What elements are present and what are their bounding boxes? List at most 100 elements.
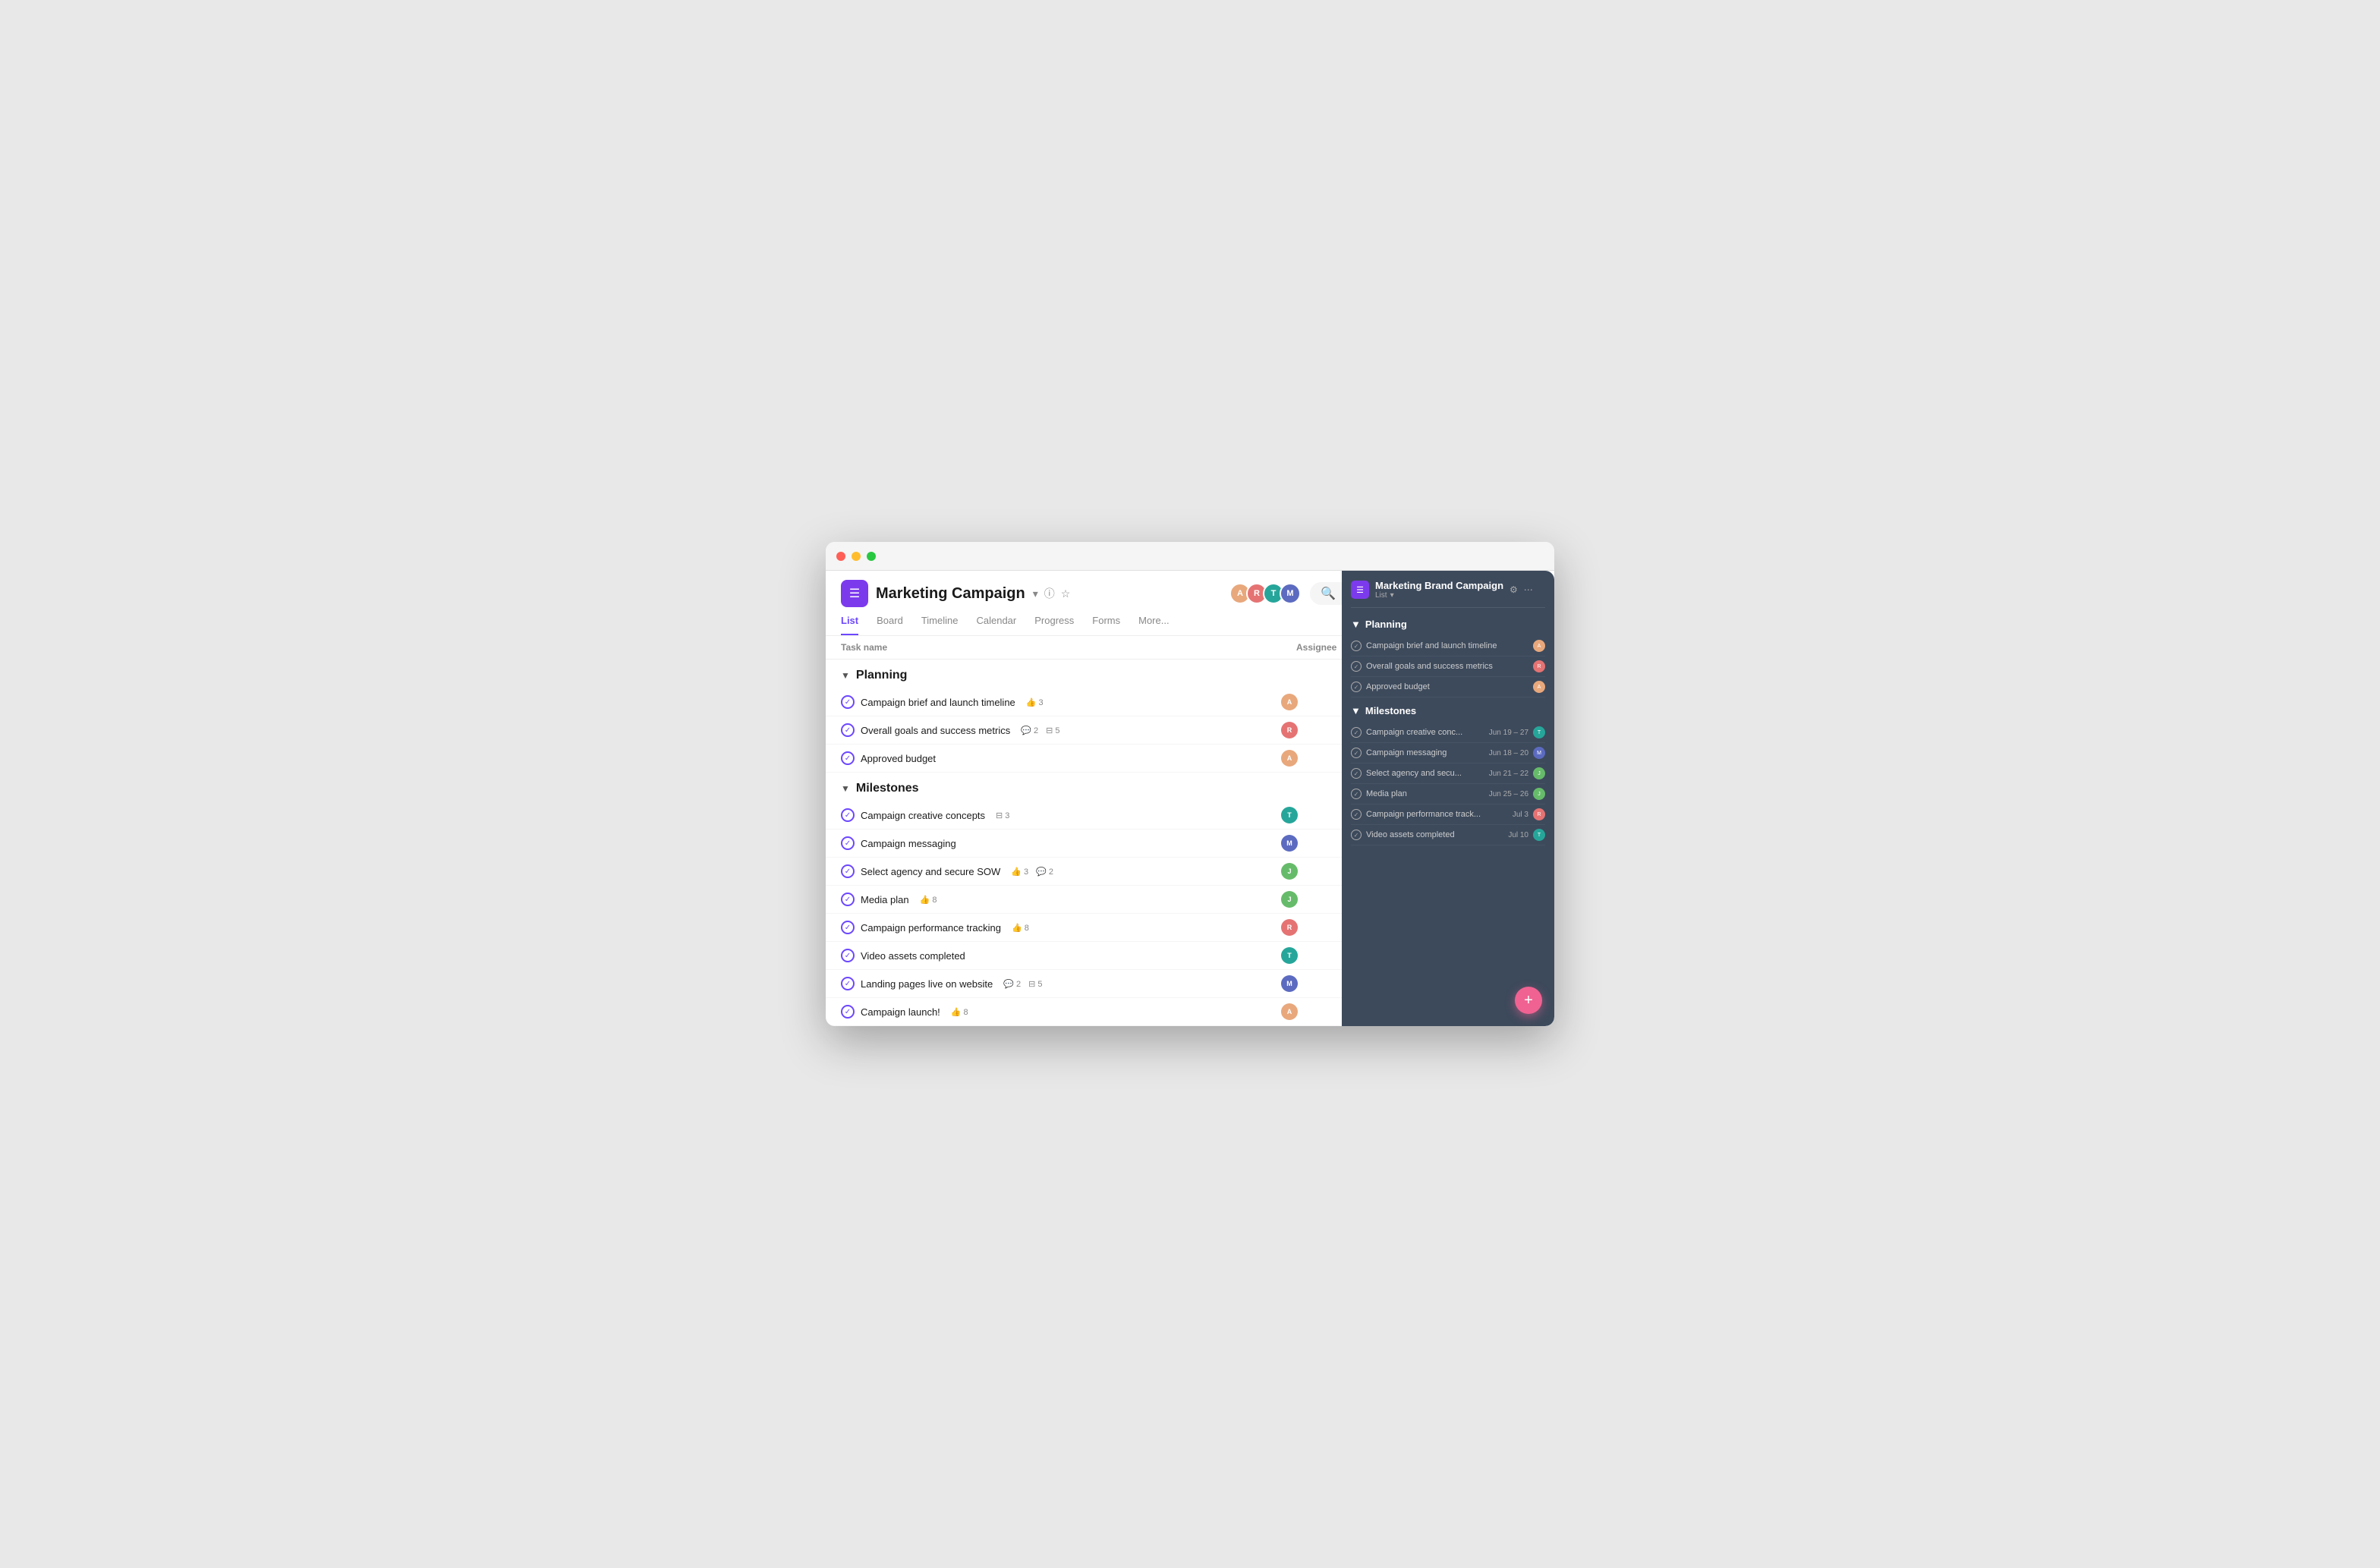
star-icon[interactable]: ☆ — [1061, 587, 1071, 600]
tab-board[interactable]: Board — [877, 615, 903, 635]
tab-more[interactable]: More... — [1138, 615, 1169, 635]
assignee-avatar: R — [1281, 722, 1298, 738]
side-date: Jun 21 – 22 — [1489, 770, 1528, 778]
col-task-name: Task name — [841, 642, 1296, 653]
fab-button[interactable]: + — [1515, 987, 1542, 1014]
task-name-cell: ✓ Campaign launch! 👍 8 — [841, 1005, 1281, 1019]
filter-icon[interactable]: ⚙ — [1510, 584, 1518, 595]
team-avatars: A R T M — [1229, 583, 1301, 604]
side-task-row: ✓ Select agency and secu... Jun 21 – 22 … — [1351, 764, 1545, 784]
side-task-row: ✓ Media plan Jun 25 – 26 J — [1351, 784, 1545, 804]
task-name-cell: ✓ Landing pages live on website 💬 2 ⊟ 5 — [841, 977, 1281, 990]
side-check: ✓ — [1351, 830, 1362, 840]
assignee-avatar: A — [1281, 1003, 1298, 1020]
task-name-cell: ✓ Campaign performance tracking 👍 8 — [841, 921, 1281, 934]
task-meta: 💬 2 ⊟ 5 — [1003, 979, 1042, 989]
check-icon[interactable]: ✓ — [841, 695, 855, 709]
search-icon: 🔍 — [1321, 586, 1336, 601]
task-name: Campaign launch! — [861, 1006, 940, 1018]
maximize-dot[interactable] — [867, 552, 876, 561]
check-icon[interactable]: ✓ — [841, 1005, 855, 1019]
side-avatar: J — [1533, 788, 1545, 800]
likes-meta: 👍 8 — [1012, 923, 1029, 933]
task-name: Campaign messaging — [861, 838, 956, 849]
side-avatar: T — [1533, 829, 1545, 841]
dropdown-icon[interactable]: ▾ — [1033, 587, 1038, 600]
side-milestones-label: Milestones — [1365, 705, 1416, 716]
assignee-avatar: A — [1281, 694, 1298, 710]
app-icon-symbol: ☰ — [849, 586, 860, 601]
task-name-cell: ✓ Media plan 👍 8 — [841, 893, 1281, 906]
side-date: Jul 10 — [1508, 831, 1528, 839]
task-name-cell: ✓ Approved budget — [841, 751, 1281, 765]
task-meta: 👍 3 — [1026, 697, 1044, 707]
task-name-cell: ✓ Campaign brief and launch timeline 👍 3 — [841, 695, 1281, 709]
side-task-name: Approved budget — [1366, 682, 1528, 691]
assignee-avatar: A — [1281, 750, 1298, 767]
task-name: Video assets completed — [861, 950, 965, 962]
check-icon[interactable]: ✓ — [841, 893, 855, 906]
side-task-row: ✓ Video assets completed Jul 10 T — [1351, 825, 1545, 845]
check-icon[interactable]: ✓ — [841, 949, 855, 962]
likes-meta: 👍 8 — [951, 1007, 968, 1017]
side-avatar: J — [1533, 767, 1545, 779]
header-icons: ▾ ⓘ ☆ — [1033, 586, 1071, 601]
task-name: Approved budget — [861, 753, 936, 764]
tab-forms[interactable]: Forms — [1092, 615, 1120, 635]
side-chevron-planning[interactable]: ▼ — [1351, 619, 1361, 630]
side-task-name: Overall goals and success metrics — [1366, 662, 1528, 671]
task-name-cell: ✓ Campaign messaging — [841, 836, 1281, 850]
side-check: ✓ — [1351, 748, 1362, 758]
tab-timeline[interactable]: Timeline — [921, 615, 959, 635]
side-avatar: M — [1533, 747, 1545, 759]
tab-calendar[interactable]: Calendar — [976, 615, 1016, 635]
side-chevron-milestones[interactable]: ▼ — [1351, 705, 1361, 716]
app-window: ☰ Marketing Campaign ▾ ⓘ ☆ A R T M 🔍 — [826, 542, 1554, 1026]
tab-list[interactable]: List — [841, 615, 858, 635]
side-date: Jun 18 – 20 — [1489, 749, 1528, 757]
task-name: Campaign performance tracking — [861, 922, 1001, 934]
side-panel: ☰ Marketing Brand Campaign List ▾ ⚙ ⋯ ▼ … — [1342, 571, 1554, 1026]
comments-meta: 💬 2 — [1021, 726, 1038, 735]
assignee-avatar: J — [1281, 891, 1298, 908]
side-task-row: ✓ Campaign messaging Jun 18 – 20 M — [1351, 743, 1545, 764]
side-avatar: R — [1533, 660, 1545, 672]
side-task-name: Select agency and secu... — [1366, 769, 1484, 778]
close-dot[interactable] — [836, 552, 845, 561]
side-task-row: ✓ Approved budget A — [1351, 677, 1545, 697]
side-panel-header: ☰ Marketing Brand Campaign List ▾ ⚙ ⋯ — [1351, 580, 1545, 608]
task-meta: 👍 8 — [920, 895, 937, 905]
check-icon[interactable]: ✓ — [841, 864, 855, 878]
side-date: Jun 19 – 27 — [1489, 729, 1528, 737]
side-panel-subtitle: List ▾ — [1375, 591, 1503, 600]
info-icon[interactable]: ⓘ — [1044, 586, 1055, 601]
side-check: ✓ — [1351, 789, 1362, 799]
check-icon[interactable]: ✓ — [841, 808, 855, 822]
side-task-name: Campaign creative conc... — [1366, 728, 1484, 737]
minimize-dot[interactable] — [852, 552, 861, 561]
side-task-name: Campaign brief and launch timeline — [1366, 641, 1528, 650]
side-task-row: ✓ Campaign creative conc... Jun 19 – 27 … — [1351, 723, 1545, 743]
tab-progress[interactable]: Progress — [1034, 615, 1074, 635]
task-meta: ⊟ 3 — [996, 811, 1009, 820]
more-icon[interactable]: ⋯ — [1524, 584, 1533, 595]
assignee-avatar: T — [1281, 807, 1298, 823]
check-icon[interactable]: ✓ — [841, 836, 855, 850]
task-meta: 👍 8 — [951, 1007, 968, 1017]
task-name: Overall goals and success metrics — [861, 725, 1010, 736]
check-icon[interactable]: ✓ — [841, 723, 855, 737]
side-task-row: ✓ Overall goals and success metrics R — [1351, 656, 1545, 677]
list-chevron: ▾ — [1390, 591, 1394, 600]
side-panel-title: Marketing Brand Campaign — [1375, 580, 1503, 591]
side-planning-label: Planning — [1365, 619, 1407, 630]
likes-meta: 👍 3 — [1011, 867, 1028, 877]
check-icon[interactable]: ✓ — [841, 977, 855, 990]
check-icon[interactable]: ✓ — [841, 921, 855, 934]
chevron-planning[interactable]: ▼ — [841, 670, 850, 681]
section-planning-label: Planning — [856, 669, 908, 682]
chevron-milestones[interactable]: ▼ — [841, 783, 850, 794]
check-icon[interactable]: ✓ — [841, 751, 855, 765]
task-meta: 👍 8 — [1012, 923, 1029, 933]
subtasks-meta: ⊟ 5 — [1046, 726, 1059, 735]
side-date: Jun 25 – 26 — [1489, 790, 1528, 798]
